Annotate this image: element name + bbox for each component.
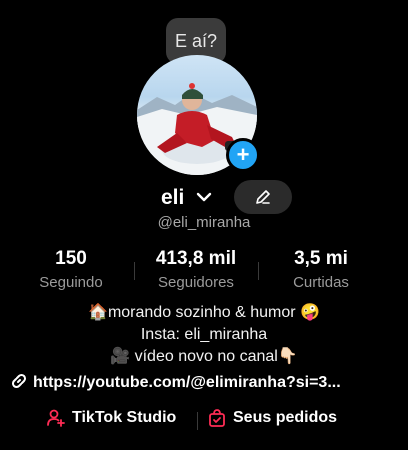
tiktok-studio-button[interactable]: TikTok Studio [46,408,176,428]
name-row: eli [0,180,408,216]
profile-handle: @eli_miranha [157,214,251,231]
profile-name[interactable]: eli [161,186,184,210]
stat-label: Curtidas [293,274,349,291]
user-plus-icon [47,409,65,427]
stat-divider [134,262,135,280]
action-row: TikTok Studio Seus pedidos [0,408,408,436]
stat-value: 413,8 mil [155,248,237,269]
stat-value: 3,5 mi [294,248,348,269]
shopping-bag-icon [209,409,225,427]
bio: 🏠morando sozinho & humor 🤪 Insta: eli_mi… [0,302,408,368]
stat-label: Seguindo [39,274,103,291]
stats-row: 150 Seguindo 413,8 mil Seguidores 3,5 mi… [0,248,408,296]
chevron-down-icon[interactable] [196,190,212,204]
tooltip-text: E aí? [174,30,218,51]
link-text: https://youtube.com/@elimiranha?si=3... [33,374,341,391]
bio-line: Insta: eli_miranha [140,326,268,343]
pencil-icon [256,190,270,204]
stat-likes[interactable]: 3,5 mi Curtidas [266,248,376,291]
stat-followers[interactable]: 413,8 mil Seguidores [141,248,251,291]
link-icon [11,373,27,389]
plus-icon: + [236,142,250,167]
action-divider [197,412,198,430]
add-photo-button[interactable]: + [226,138,260,172]
stat-divider [258,262,259,280]
stat-label: Seguidores [158,274,234,291]
edit-profile-button[interactable] [234,180,292,214]
tiktok-studio-label: TikTok Studio [72,409,177,426]
stat-following[interactable]: 150 Seguindo [16,248,126,291]
orders-label: Seus pedidos [233,409,338,426]
stat-value: 150 [55,248,87,269]
orders-button[interactable]: Seus pedidos [207,408,337,428]
bio-line: 🏠morando sozinho & humor 🤪 [88,304,320,321]
bio-link[interactable]: https://youtube.com/@elimiranha?si=3... [10,372,400,392]
bio-line: 🎥 vídeo novo no canal👇🏻 [110,348,298,365]
